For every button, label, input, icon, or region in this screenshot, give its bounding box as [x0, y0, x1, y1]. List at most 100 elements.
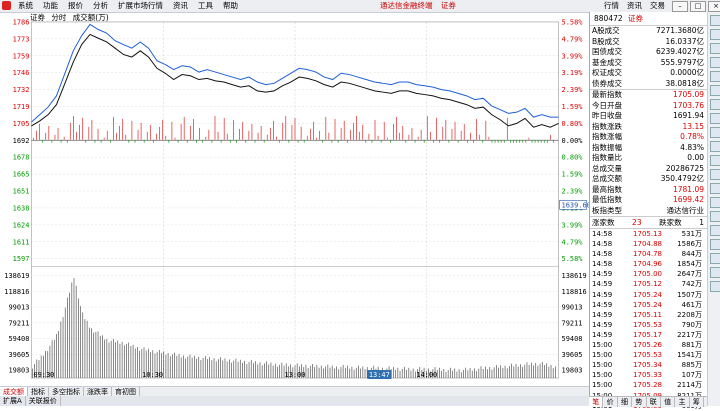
tick-time: 14:59: [592, 270, 613, 279]
price-line-1[interactable]: [31, 33, 559, 128]
menu-item-1[interactable]: 功能: [38, 0, 63, 12]
tick-row[interactable]: 14:58 1704.78 844万: [590, 249, 708, 259]
cursor-time-label: 13:47: [369, 371, 390, 379]
close-button[interactable]: ×: [708, 1, 720, 12]
gear-icon[interactable]: [710, 281, 720, 292]
status-item-1[interactable]: 关联报价: [26, 396, 61, 406]
stat-value: 1691.94: [672, 111, 704, 120]
flag-icon[interactable]: [710, 211, 720, 222]
time-tick-label: 09:30: [33, 371, 54, 379]
turnover-label: 权证成交: [592, 68, 622, 77]
note-icon[interactable]: [710, 225, 720, 236]
tick-price: 1705.00: [633, 270, 662, 279]
subtitle-mode: 分时: [51, 13, 67, 22]
chart-subtitle: 证券 分时 成交额(万): [30, 13, 113, 22]
stat-label: 总成交量: [592, 163, 622, 173]
quote-panel: 880472 证券 A股成交 7271.3680亿 B股成交 16.0337亿 国债成交…: [589, 12, 708, 410]
turnover-label: A股成交: [592, 26, 620, 35]
price-tick-label: 1651: [13, 188, 30, 196]
tick-row[interactable]: 15:00 1705.53 1541万: [590, 350, 708, 360]
bell-icon[interactable]: [710, 239, 720, 250]
status-item-0[interactable]: 扩展A: [0, 396, 26, 406]
menu-item-3[interactable]: 分析: [88, 0, 113, 12]
tick-row[interactable]: 14:58 1705.13 531万: [590, 229, 708, 239]
percent-tick-label: 5.58%: [562, 18, 584, 26]
tick-time: 14:59: [592, 310, 613, 319]
stat-row: 最新指数 1705.09: [590, 90, 708, 101]
tick-row[interactable]: 14:59 1705.24 1507万: [590, 290, 708, 300]
tick-time: 14:59: [592, 330, 613, 339]
tick-row[interactable]: 14:58 1704.96 1854万: [590, 259, 708, 269]
quote-panel-tabs: 笔价细势联值主筹: [589, 396, 707, 407]
list-icon[interactable]: [710, 155, 720, 166]
home-icon[interactable]: [710, 267, 720, 278]
draw-icon[interactable]: [710, 85, 720, 96]
turnover-row: 国债成交 6239.4027亿: [590, 47, 708, 58]
eye-icon[interactable]: [710, 253, 720, 264]
minimize-button[interactable]: –: [672, 1, 688, 12]
menu-item-4[interactable]: 扩展市场行情: [113, 0, 168, 12]
menu-item-7[interactable]: 帮助: [218, 0, 243, 12]
tick-time: 14:58: [592, 240, 613, 249]
tick-row[interactable]: 14:59 1705.11 2208万: [590, 310, 708, 320]
zoom-icon[interactable]: [710, 29, 720, 40]
menu-item-0[interactable]: 系统: [13, 0, 38, 12]
right-menu-item-1[interactable]: 资讯: [623, 0, 646, 12]
subtitle-indicator: 成交额(万): [72, 13, 109, 22]
stat-label: 最高指数: [592, 184, 622, 194]
tool-icon[interactable]: [710, 127, 720, 138]
calc-icon[interactable]: [710, 113, 720, 124]
pin-icon[interactable]: [710, 183, 720, 194]
right-menu-item-0[interactable]: 行情: [600, 0, 623, 12]
volume-tick-label-right: 118816: [562, 288, 587, 296]
turnover-row: 基金成交 555.9797亿: [590, 58, 708, 69]
stat-label: 指数振幅: [592, 142, 622, 152]
info-icon[interactable]: [710, 99, 720, 110]
bar-icon[interactable]: [710, 57, 720, 68]
down-count: 1: [699, 218, 704, 227]
stat-label: 昨日收盘: [592, 111, 622, 120]
menu-item-6[interactable]: 工具: [193, 0, 218, 12]
price-tick-label: 1732: [13, 86, 30, 94]
tick-row[interactable]: 14:59 1705.00 2647万: [590, 269, 708, 279]
star-icon[interactable]: [710, 141, 720, 152]
tick-row[interactable]: 14:59 1705.24 461万: [590, 300, 708, 310]
menu-item-2[interactable]: 报价: [63, 0, 88, 12]
tick-row[interactable]: 14:59 1705.17 2217万: [590, 330, 708, 340]
tick-volume: 885万: [681, 361, 702, 370]
volume-tick-label: 99013: [8, 304, 29, 312]
grid-icon[interactable]: [710, 15, 720, 26]
menu-item-5[interactable]: 资讯: [168, 0, 193, 12]
index-stats-list: 最新指数 1705.09 今日开盘 1703.76 昨日收盘 1691.94 指数涨跌 13.…: [590, 89, 708, 216]
volume-tick-label-right: 79211: [562, 319, 583, 327]
stat-label: 最低指数: [592, 195, 622, 204]
percent-tick-label: 2.39%: [562, 188, 584, 196]
chart-icon[interactable]: [710, 43, 720, 54]
app-title: 通达信金融终端 证券: [380, 0, 462, 12]
intraday-chart[interactable]: 1786 5.58% 1773 4.79% 1759 3.99% 1746 3.19% 1732…: [0, 12, 589, 384]
percent-tick-label: 1.59%: [562, 103, 584, 111]
tick-row[interactable]: 14:59 1705.12 742万: [590, 279, 708, 289]
tick-row[interactable]: 14:59 1705.53 790万: [590, 320, 708, 330]
lock-icon[interactable]: [710, 197, 720, 208]
link-icon[interactable]: [710, 169, 720, 180]
right-menu-item-2[interactable]: 交易: [646, 0, 669, 12]
tick-row[interactable]: 14:58 1704.88 1586万: [590, 239, 708, 249]
stat-row: 总成交量 20286725: [590, 164, 708, 175]
price-tick-label: 1678: [13, 154, 30, 162]
tick-row[interactable]: 15:00 1705.34 885万: [590, 360, 708, 370]
turnover-row: 债券成交 38.0818亿: [590, 79, 708, 90]
tick-row[interactable]: 15:00 1705.26 881万: [590, 340, 708, 350]
tick-row[interactable]: 15:00 1705.28 2114万: [590, 380, 708, 390]
tick-row[interactable]: 15:00 1705.33 107万: [590, 370, 708, 380]
maximize-button[interactable]: □: [690, 1, 706, 12]
tick-price: 1705.26: [633, 341, 662, 350]
stat-label: 指数涨幅: [592, 132, 622, 141]
tick-list[interactable]: 14:58 1705.13 531万 14:58 1704.88 1586万 14:58 17…: [590, 229, 708, 411]
tick-price: 1705.24: [633, 300, 662, 309]
volume-tick-label: 59408: [8, 335, 29, 343]
line-icon[interactable]: [710, 71, 720, 82]
turnover-value: 7271.3680亿: [655, 26, 704, 35]
price-tick-label: 1692: [13, 137, 30, 145]
price-tick-label: 1746: [13, 69, 30, 77]
